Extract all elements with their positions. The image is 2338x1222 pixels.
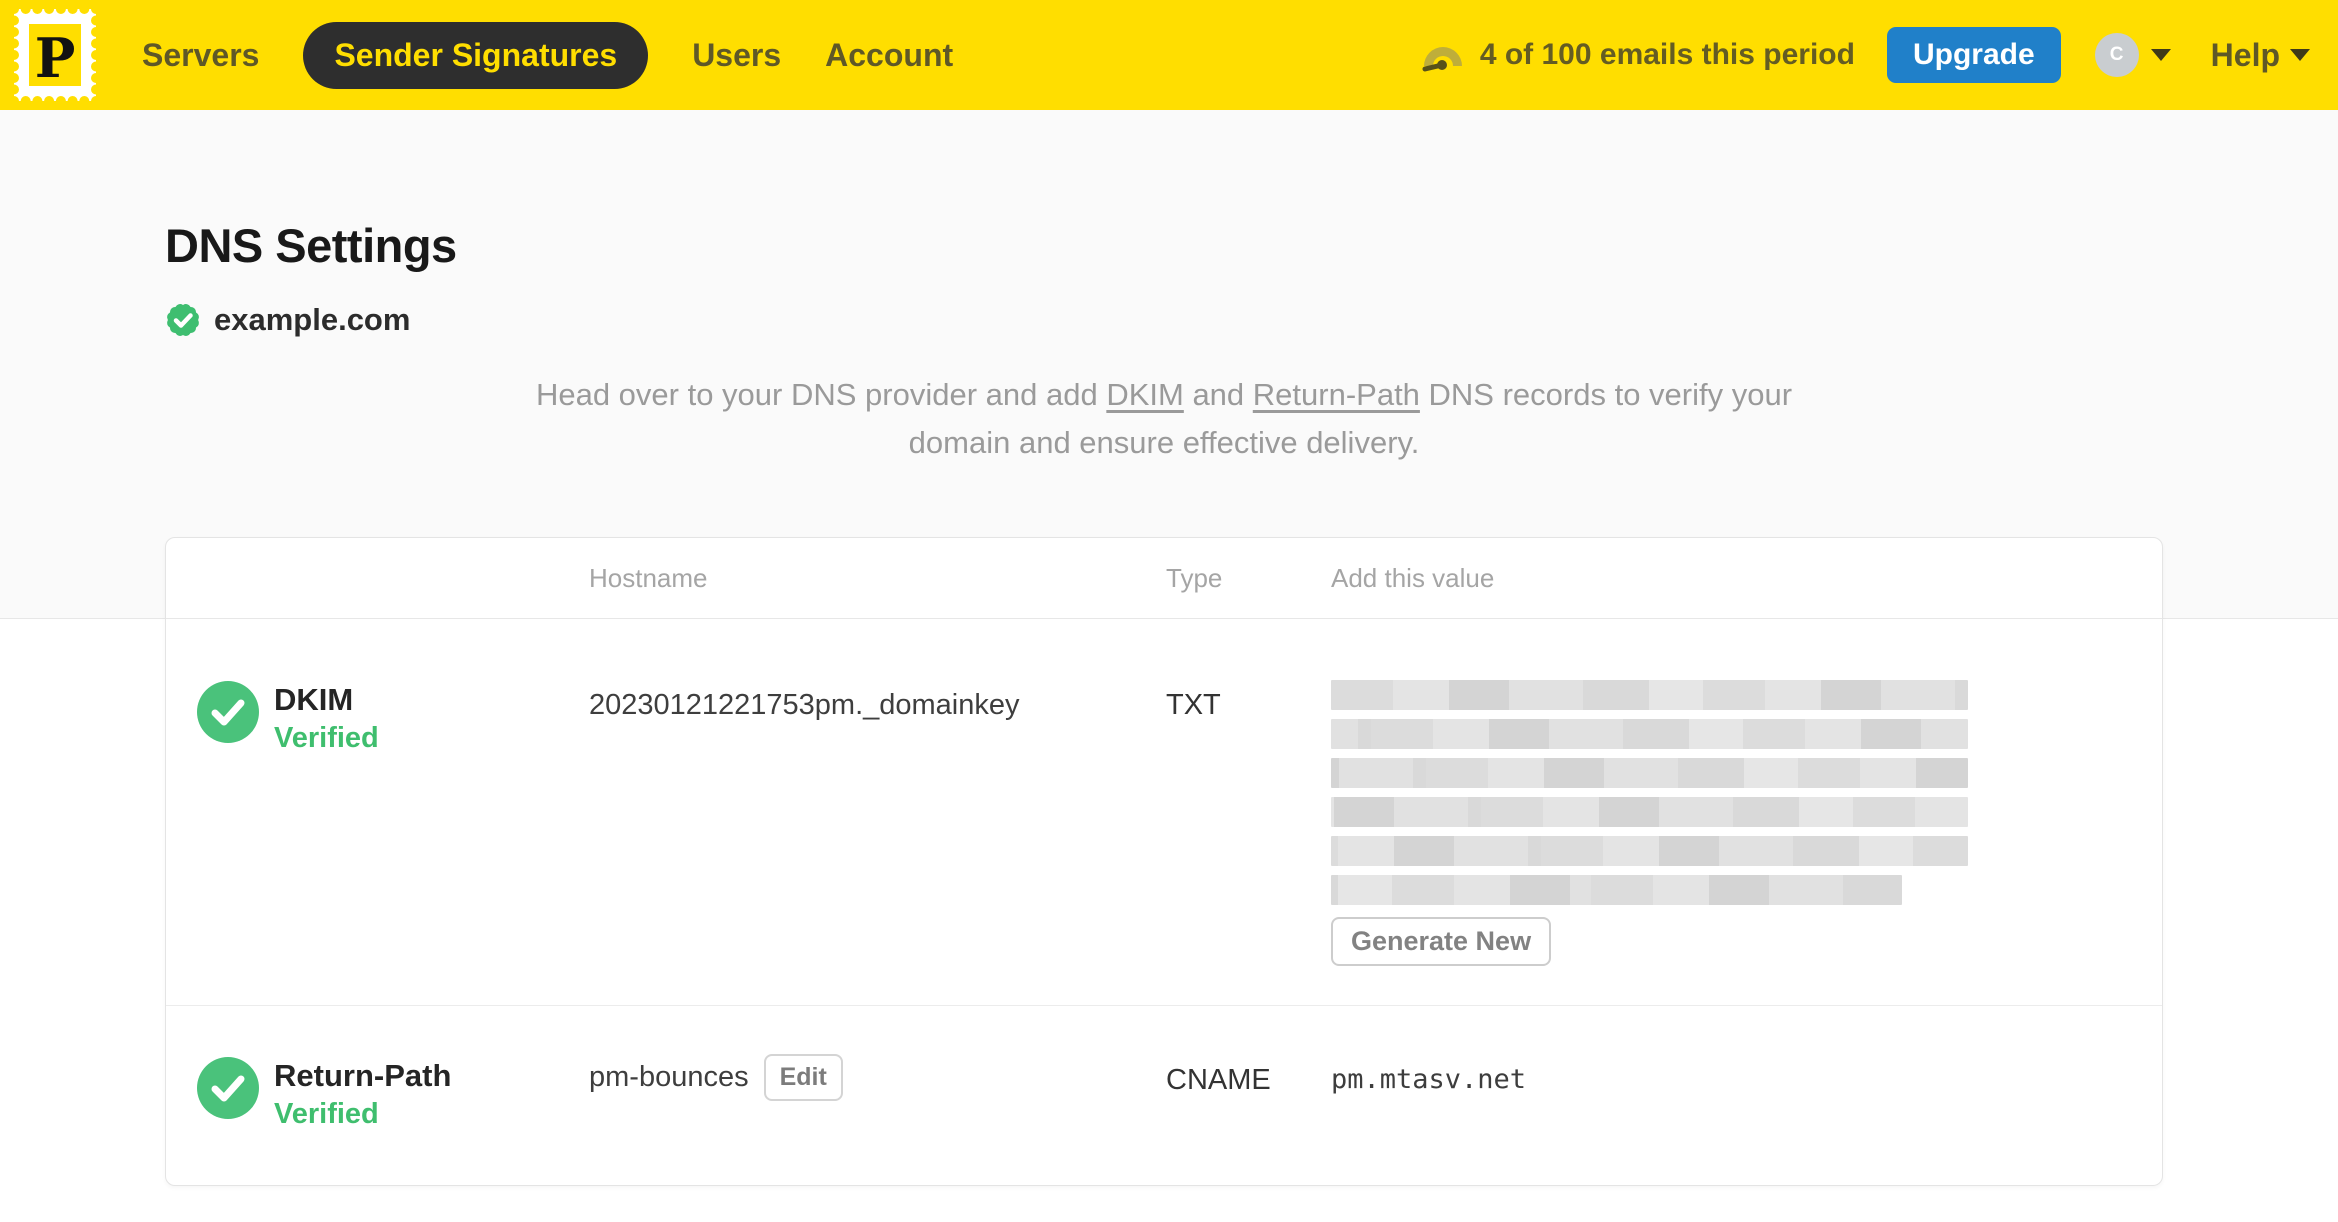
redacted-line [1331,797,1968,827]
return-path-hostname-cell: pm-bounces Edit [589,1006,1166,1185]
verified-check-icon [197,681,259,743]
return-path-record-type: CNAME [1166,1064,1271,1096]
logo-letter: P [35,26,76,90]
top-navbar: P Servers Sender Signatures Users Accoun… [0,0,2338,110]
status-badge: Verified [274,1098,379,1130]
dkim-value-cell: Generate New [1331,619,2162,1005]
chevron-down-icon [2290,49,2310,61]
return-path-link[interactable]: Return-Path [1253,377,1420,412]
column-header-value: Add this value [1331,562,1495,593]
postmark-logo[interactable]: P [14,9,96,101]
chevron-down-icon [2150,49,2171,61]
gauge-icon [1422,47,1462,72]
record-name: DKIM [274,682,354,717]
status-badge: Verified [274,722,379,754]
nav-item-sender-signatures[interactable]: Sender Signatures [303,21,649,89]
dns-settings-page: P Servers Sender Signatures Users Accoun… [0,0,2338,1222]
description-text: and [1183,377,1253,412]
verified-check-icon [197,1057,259,1119]
table-row-dkim: DKIM Verified 20230121221753pm._domainke… [166,619,2162,1005]
page-title: DNS Settings [165,219,457,272]
redacted-line [1331,875,1902,905]
redacted-line [1331,758,1968,788]
description-text: Head over to your DNS provider and add [535,377,1107,412]
return-path-value-cell: pm.mtasv.net [1331,1006,2162,1185]
dkim-link[interactable]: DKIM [1106,377,1184,412]
table-row-return-path: Return-Path Verified pm-bounces Edit CNA… [166,1005,2162,1185]
column-header-type: Type [1166,562,1223,593]
help-menu-button[interactable]: Help [2211,37,2310,74]
nav-item-servers[interactable]: Servers [142,37,259,74]
verified-badge-icon [167,304,199,336]
edit-button[interactable]: Edit [763,1054,843,1101]
redacted-line [1331,719,1968,749]
nav-items: Servers Sender Signatures Users Account [142,21,953,89]
nav-right-group: 4 of 100 emails this period Upgrade C He… [1420,27,2310,83]
upgrade-button[interactable]: Upgrade [1886,27,2061,83]
return-path-hostname: pm-bounces [589,1061,749,1093]
dns-instructions: Head over to your DNS provider and add D… [514,371,1814,467]
redacted-line [1331,680,1968,710]
usage-meter: 4 of 100 emails this period [1420,38,1855,72]
record-name: Return-Path [274,1058,452,1093]
nav-item-users[interactable]: Users [692,37,781,74]
account-menu-button[interactable]: C [2094,33,2171,77]
redacted-dkim-value [1331,680,2162,905]
dkim-record-type: TXT [1166,689,1221,721]
generate-new-button[interactable]: Generate New [1331,917,1552,966]
return-path-status-cell: Return-Path Verified [197,1006,589,1185]
verified-domain: example.com [163,300,410,340]
nav-item-account[interactable]: Account [825,37,953,74]
table-header-row: Hostname Type Add this value [166,538,2162,619]
dkim-hostname: 20230121221753pm._domainkey [589,689,1020,721]
column-header-hostname: Hostname [589,562,708,593]
return-path-value: pm.mtasv.net [1331,1064,1527,1095]
dkim-status-cell: DKIM Verified [197,619,589,1005]
avatar: C [2094,33,2139,77]
dns-records-table: Hostname Type Add this value DKIM Verifi… [165,537,2163,1186]
redacted-line [1331,836,1968,866]
domain-name: example.com [214,302,411,337]
usage-text: 4 of 100 emails this period [1479,38,1855,71]
help-label: Help [2210,36,2280,73]
